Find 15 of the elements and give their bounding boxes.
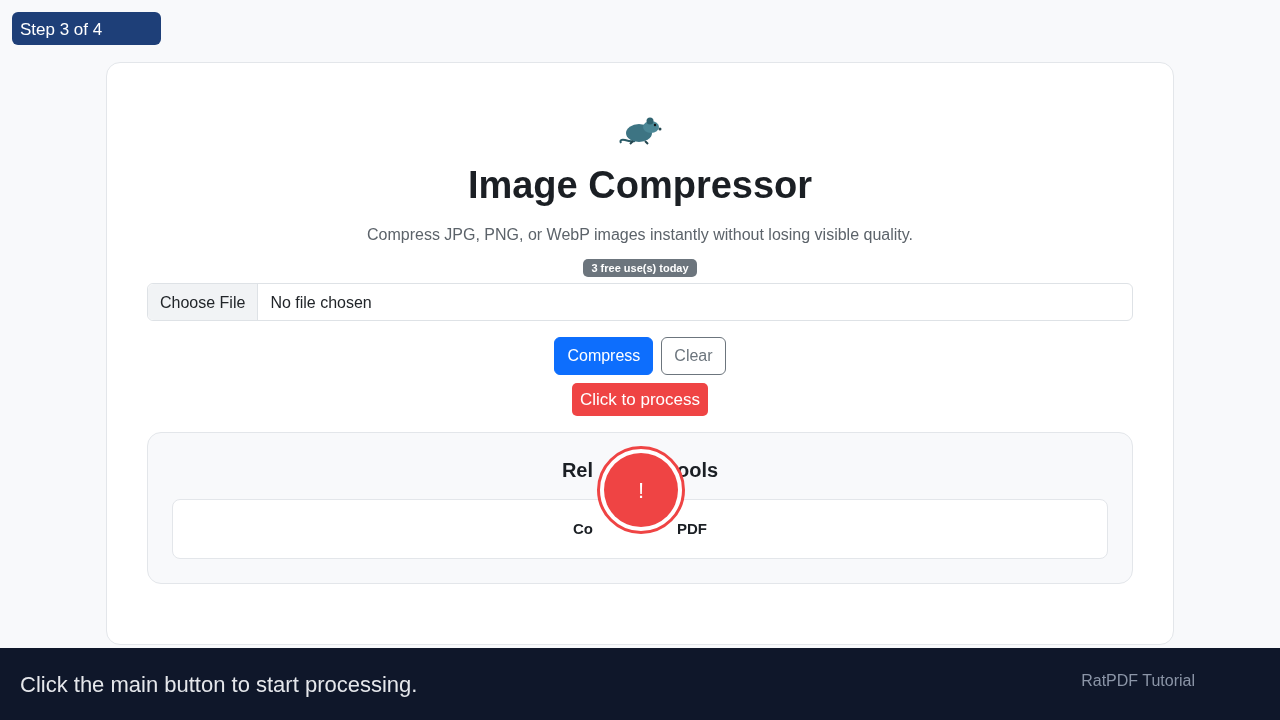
tool-card[interactable]: Co PDF bbox=[172, 499, 1108, 560]
file-name-text: No file chosen bbox=[269, 292, 373, 313]
brand-text: RatPDF Tutorial bbox=[1081, 671, 1195, 691]
page-title: Image Compressor bbox=[466, 163, 814, 208]
choose-file-button[interactable]: Choose File bbox=[148, 283, 259, 320]
tooltip: Click to process bbox=[572, 382, 708, 417]
step-indicator: Step 3 of 4 bbox=[12, 12, 161, 45]
compress-button[interactable]: Compress bbox=[554, 336, 654, 375]
clear-button[interactable]: Clear bbox=[661, 336, 726, 375]
section-title: Rel bbox=[561, 458, 593, 484]
usage-badge: 3 free use(s) today bbox=[583, 258, 697, 277]
marker-text: ! bbox=[604, 453, 678, 527]
instruction-text: Click the main button to start processing. bbox=[20, 670, 418, 699]
file-input[interactable]: Choose File No file chosen bbox=[147, 282, 1133, 321]
subtitle: Compress JPG, PNG, or WebP images instantly without losing visible quality. bbox=[366, 224, 914, 245]
